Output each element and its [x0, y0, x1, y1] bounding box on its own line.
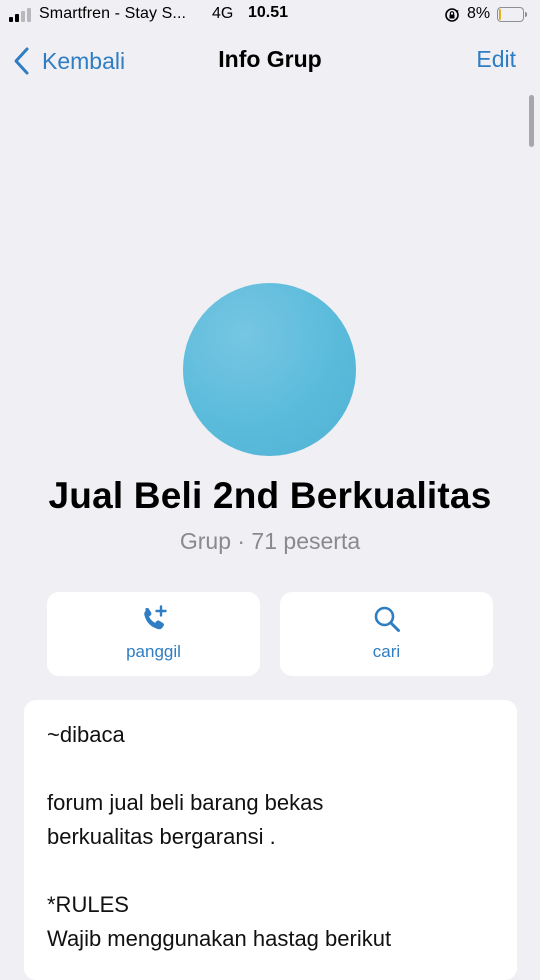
group-name: Jual Beli 2nd Berkualitas	[48, 475, 492, 516]
call-button[interactable]: panggil	[47, 592, 260, 676]
description-line: berkualitas bergaransi .	[47, 824, 276, 849]
group-member-count: Grup · 71 peserta	[179, 528, 361, 554]
search-button[interactable]: cari	[280, 592, 493, 676]
edit-button[interactable]: Edit	[476, 46, 516, 73]
signal-strength-icon	[9, 8, 35, 22]
battery-percentage: 8%	[467, 5, 491, 22]
description-line: Wajib menggunakan hastag berikut	[47, 926, 392, 951]
description-line: ~dibaca	[47, 722, 125, 747]
network-type: 4G	[212, 5, 234, 22]
description-line	[47, 752, 497, 786]
status-time: 10.51	[248, 4, 289, 21]
group-description-card: ~dibaca forum jual beli barang bekas ber…	[24, 700, 517, 980]
group-description[interactable]: ~dibaca forum jual beli barang bekas ber…	[47, 718, 497, 956]
scroll-indicator[interactable]	[529, 95, 534, 147]
search-button-label: cari	[372, 642, 401, 661]
group-avatar[interactable]	[183, 283, 356, 456]
page-title: Info Grup	[218, 46, 322, 72]
phone-plus-icon	[143, 605, 167, 630]
description-line: *RULES	[47, 892, 129, 917]
description-line	[47, 854, 497, 888]
description-line: forum jual beli barang bekas	[47, 790, 324, 815]
battery-icon	[497, 7, 527, 22]
carrier-name: Smartfren - Stay S...	[39, 5, 187, 22]
status-bar: Smartfren - Stay S... 4G 10.51 8%	[0, 0, 540, 30]
call-button-label: panggil	[126, 642, 181, 661]
search-icon	[374, 606, 400, 632]
rotation-lock-icon	[445, 8, 459, 22]
